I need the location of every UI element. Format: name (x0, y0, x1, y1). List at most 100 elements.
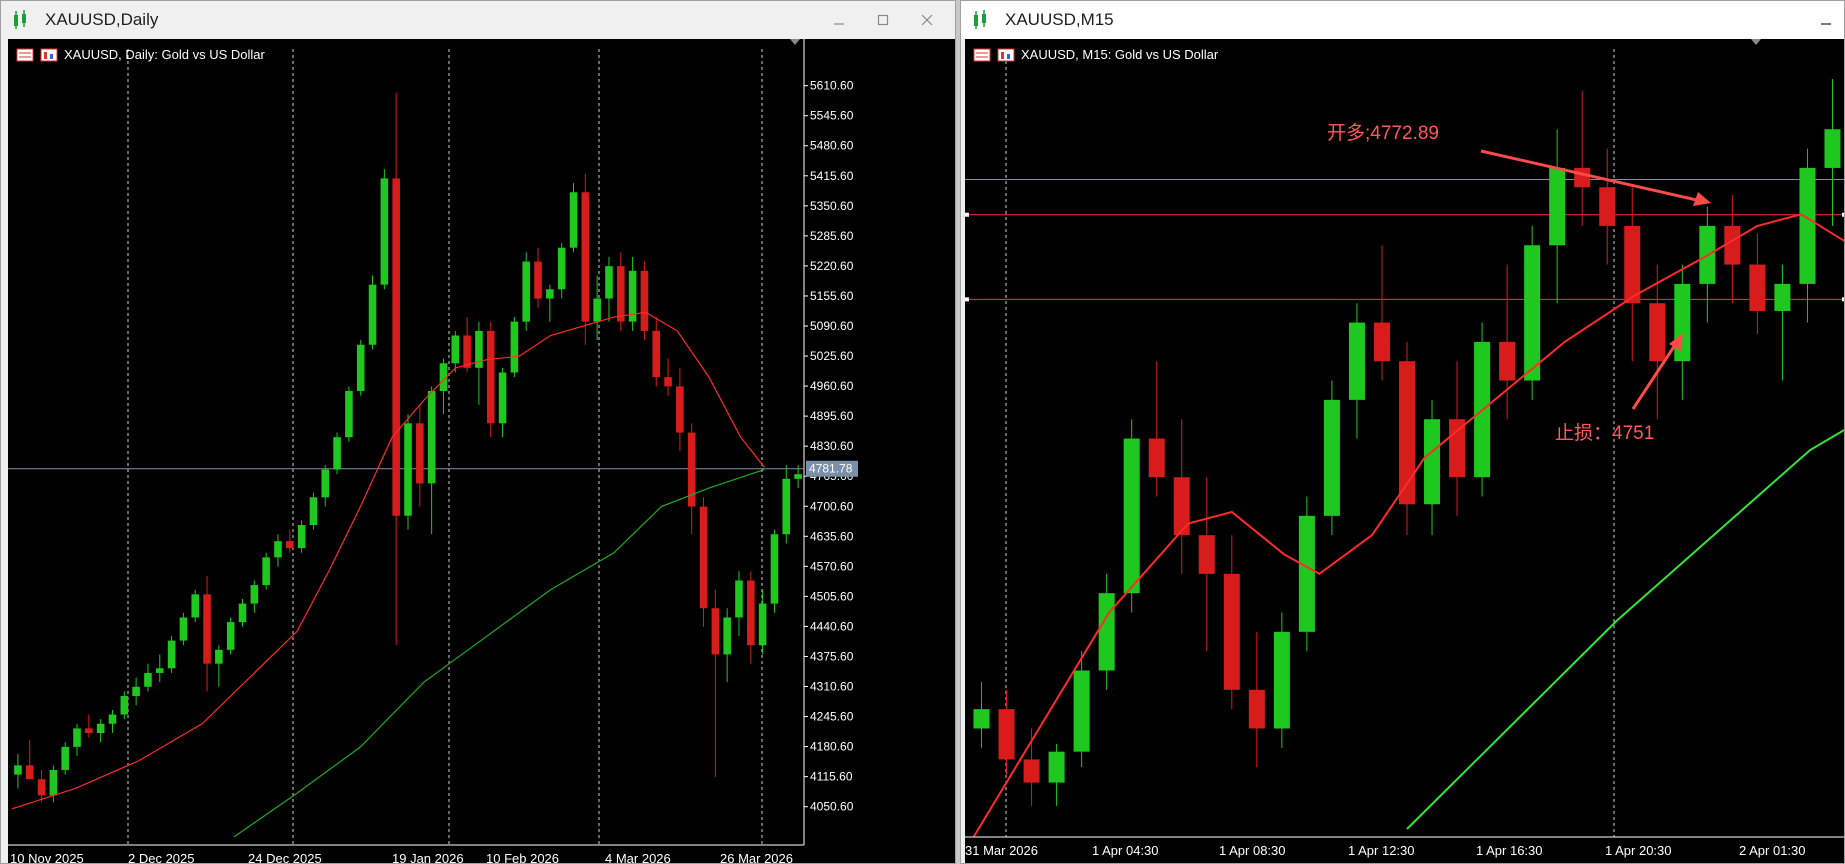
time-tick-label: 26 Mar 2026 (720, 851, 793, 864)
candle-body (1148, 438, 1165, 478)
candle-body (1248, 689, 1265, 729)
chart-symbol-label: XAUUSD, M15: Gold vs US Dollar (1021, 47, 1219, 62)
candle-body (1549, 167, 1566, 246)
maximize-button[interactable] (861, 1, 905, 39)
candle-body (605, 266, 613, 299)
candle-body (1749, 264, 1766, 311)
chart-header: XAUUSD, M15: Gold vs US Dollar (973, 47, 1218, 62)
window-title: XAUUSD,Daily (45, 10, 159, 29)
candle-body (262, 557, 270, 586)
candle-body (1824, 129, 1841, 168)
candle-body (557, 247, 566, 290)
candle-body (1799, 167, 1816, 284)
candle-body (463, 335, 471, 368)
candle-body (1198, 535, 1215, 574)
candle-body (770, 534, 779, 604)
candle-body (581, 192, 590, 322)
minimize-button[interactable] (817, 1, 861, 39)
time-tick-label: 4 Mar 2026 (605, 851, 671, 864)
candle-body (522, 261, 530, 322)
entry-arrow-head (1693, 192, 1711, 206)
price-tick-label: 4700.60 (810, 499, 854, 513)
maximize-icon (877, 14, 889, 26)
entry-arrow (1480, 149, 1702, 203)
chart-settings-icon (997, 48, 1015, 61)
candle-body (1273, 631, 1290, 729)
price-tick-label: 5220.60 (810, 259, 854, 273)
m15-price-chart[interactable]: XAUUSD, M15: Gold vs US Dollar 31 Mar 20… (965, 39, 1844, 863)
candle-body (498, 372, 507, 424)
candle-body (144, 672, 152, 687)
time-tick-label: 1 Apr 12:30 (1348, 843, 1415, 858)
candle-body (1173, 477, 1190, 536)
line-handle (965, 212, 969, 217)
price-tick-label: 5155.60 (810, 289, 854, 303)
candle-body (155, 668, 164, 673)
chart-shift-marker (1751, 39, 1761, 45)
candle-body (1774, 283, 1791, 311)
candle-body (96, 723, 105, 734)
time-tick-label: 10 Nov 2025 (10, 851, 84, 864)
daily-price-chart[interactable]: XAUUSD, Daily: Gold vs US Dollar 5610.60… (8, 39, 955, 863)
candle-body (1574, 167, 1591, 188)
candle-body (640, 270, 649, 331)
chart-list-icon (16, 48, 34, 61)
candle-body (85, 728, 93, 734)
candle-body (1524, 245, 1541, 381)
price-tick-label: 4440.60 (810, 619, 854, 633)
candle-body (1449, 419, 1466, 478)
price-tick-label: 5610.60 (810, 79, 854, 93)
candle-body (616, 266, 625, 322)
time-tick-label: 10 Feb 2026 (486, 851, 559, 864)
candle-body (1674, 283, 1691, 362)
candle-body (356, 344, 365, 391)
candle-body (179, 617, 188, 641)
entry-annotation: 开多;4772.89 (1327, 122, 1439, 144)
candle-body (1599, 187, 1616, 226)
candle-body (546, 289, 554, 299)
candle-body (37, 779, 46, 796)
candle-body (25, 765, 34, 780)
close-button[interactable] (905, 1, 949, 39)
chart-header: XAUUSD, Daily: Gold vs US Dollar (16, 47, 265, 62)
candle-body (735, 580, 743, 618)
candle-body (1424, 419, 1441, 505)
candlestick-chart-icon (974, 10, 986, 29)
candle-body (380, 178, 389, 285)
candle-body (1298, 515, 1315, 632)
m15-chart-window[interactable]: XAUUSD,M15 XAUUSD, M15: Gold vs US Dolla… (960, 0, 1845, 864)
time-tick-label: 19 Jan 2026 (392, 851, 464, 864)
candle-body (569, 192, 578, 248)
price-tick-label: 4635.60 (810, 529, 854, 543)
price-tick-label: 5285.60 (810, 229, 854, 243)
candle-body (238, 603, 247, 623)
candle-body (427, 390, 436, 484)
candle-body (699, 506, 708, 609)
minimize-button[interactable] (1804, 1, 1844, 39)
window-titlebar[interactable]: XAUUSD,M15 (961, 1, 1844, 39)
candle-body (61, 746, 69, 770)
price-tick-label: 4960.60 (810, 379, 854, 393)
candle-body (297, 525, 306, 549)
candle-body (191, 594, 200, 618)
price-tick-label: 4115.60 (810, 770, 853, 784)
candle-body (534, 261, 542, 299)
price-tick-label: 4505.60 (810, 589, 854, 603)
candle-body (333, 437, 341, 470)
candle-body (368, 284, 377, 345)
candle-body (1348, 322, 1365, 400)
window-title: XAUUSD,M15 (1005, 10, 1114, 29)
candle-body (250, 585, 259, 604)
price-tick-label: 5090.60 (810, 319, 854, 333)
candle-body (711, 608, 720, 655)
line-handle (965, 297, 969, 302)
time-tick-label: 31 Mar 2026 (965, 843, 1038, 858)
candle-body (510, 321, 519, 373)
daily-chart-window[interactable]: XAUUSD,Daily XAUUSD, Daily: Gold vs US D… (0, 0, 956, 864)
candle-body (108, 714, 117, 724)
candle-body (758, 603, 767, 646)
candle-body (132, 686, 140, 697)
candle-body (652, 330, 661, 378)
candle-body (274, 541, 282, 558)
window-titlebar[interactable]: XAUUSD,Daily (1, 1, 955, 39)
